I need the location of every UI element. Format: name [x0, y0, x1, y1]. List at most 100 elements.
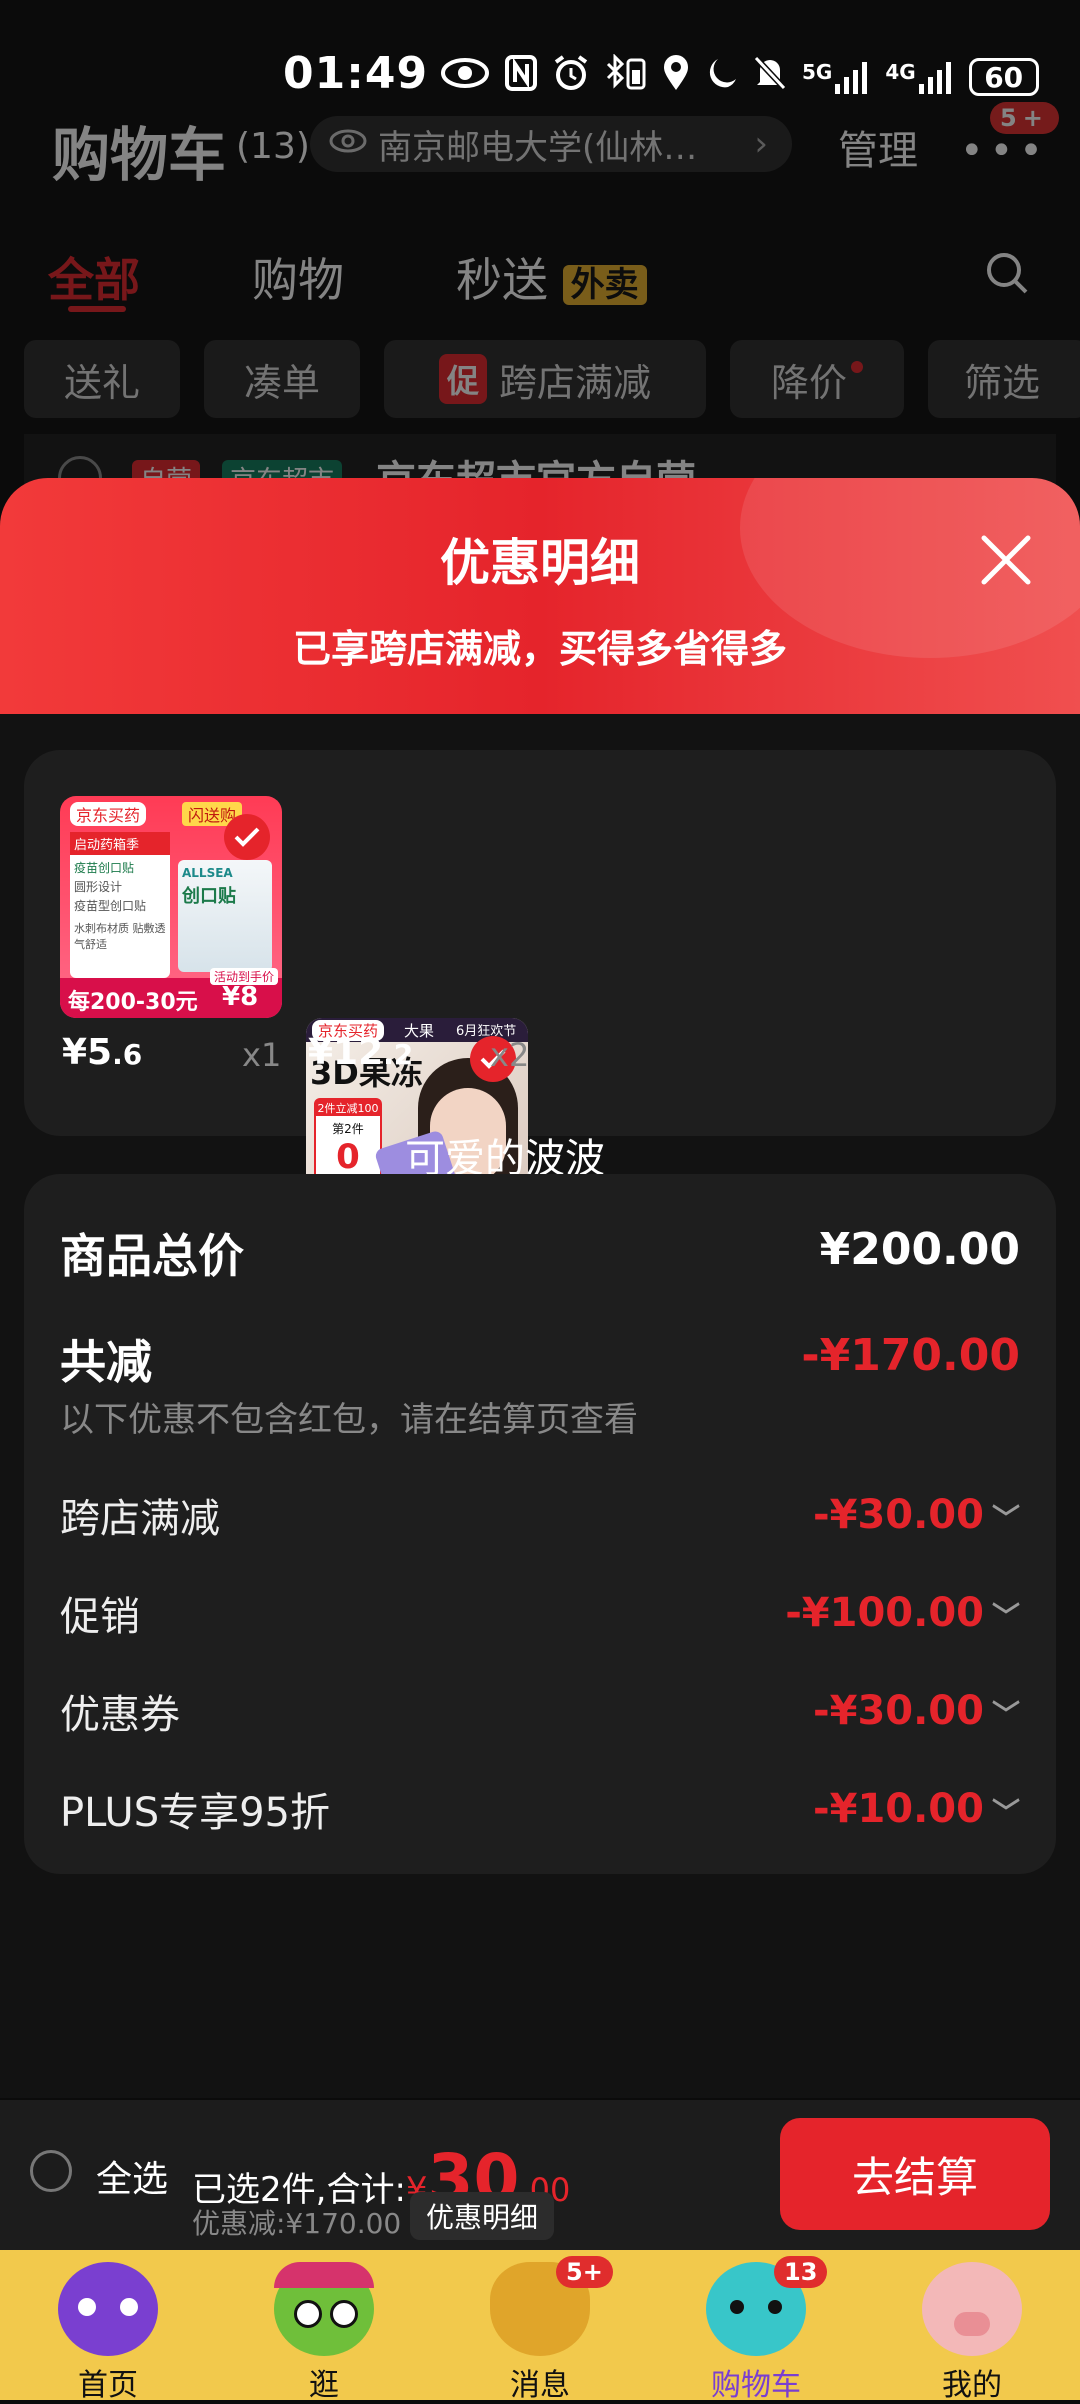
filter-cross-store[interactable]: 促 跨店满减 — [384, 340, 706, 418]
nav-home[interactable]: 首页 — [0, 2250, 216, 2403]
product-qty: x2 — [490, 1036, 530, 1074]
row-value: -¥100.00 ﹀ — [785, 1590, 1020, 1636]
bandage-box-art: ALLSEA 创口贴 — [178, 860, 272, 972]
chevron-right-icon: › — [754, 124, 768, 164]
manage-button[interactable]: 管理 — [838, 118, 918, 176]
tab-active-indicator — [68, 306, 126, 312]
select-all-radio[interactable] — [30, 2150, 72, 2192]
pig-snout — [954, 2312, 990, 2336]
cart-count: (13) — [236, 126, 310, 167]
promo-tag: 促 — [438, 354, 487, 404]
product-price: ¥5.6 — [62, 1032, 142, 1073]
promo-text: 每200-30元 — [68, 990, 198, 1015]
row-label: 促销 — [60, 1594, 140, 1640]
sheet-header: 优惠明细 已享跨店满减，买得多省得多 — [0, 478, 1080, 714]
total-label: 商品总价 — [60, 1229, 244, 1283]
search-icon[interactable] — [984, 250, 1030, 300]
discount-detail-sheet: 优惠明细 已享跨店满减，买得多省得多 京东买药 闪送购 启动药箱季 疫苗创口贴 … — [0, 478, 1080, 2098]
status-time: 01:49 — [283, 48, 429, 99]
row-label: 优惠券 — [60, 1692, 180, 1738]
chevron-down-icon: ﹀ — [991, 1600, 1020, 1633]
chevron-down-icon: ﹀ — [991, 1502, 1020, 1535]
discount-label: 共减 — [60, 1335, 152, 1389]
eye-right — [330, 2300, 358, 2328]
more-badge: 5+ — [990, 102, 1059, 134]
chevron-down-icon: ﹀ — [991, 1698, 1020, 1731]
tab-shopping[interactable]: 购物 — [252, 244, 344, 310]
alarm-icon — [552, 54, 590, 100]
product-info-panel: 启动药箱季 疫苗创口贴 圆形设计 疫苗型创口贴 水刺布材质 贴敷透气舒适 — [70, 832, 170, 978]
corner-tag: 启动药箱季 — [70, 832, 170, 855]
discount-row-coupon[interactable]: 优惠券 -¥30.00 ﹀ — [60, 1682, 1020, 1740]
signal-5g-label: 5G — [802, 60, 833, 84]
brand-tag: 京东买药 — [70, 802, 147, 826]
product-extra: 水刺布材质 贴敷透气舒适 — [74, 922, 166, 951]
discount-value: -¥170.00 — [801, 1330, 1020, 1381]
row-label: PLUS专享95折 — [60, 1790, 330, 1836]
row-amount: -¥30.00 — [813, 1492, 984, 1538]
messages-badge: 5+ — [556, 2256, 613, 2288]
bluetooth-battery-icon — [604, 53, 648, 100]
filter-gift[interactable]: 送礼 — [24, 340, 180, 418]
checkout-bar: 全选 已选2件,合计:¥30.00 优惠减:¥170.00 优惠明细 去结算 — [0, 2100, 1080, 2250]
feature-3: 疫苗型创口贴 — [74, 899, 147, 913]
tab-express[interactable]: 秒送 外卖 — [456, 244, 647, 310]
nav-label: 购物车 — [711, 2368, 801, 2403]
more-dots-icon: ••• — [960, 128, 1049, 174]
signal-4g-icon: 4G — [885, 60, 954, 94]
nav-cart[interactable]: 13 购物车 — [648, 2250, 864, 2403]
new-dot — [851, 361, 863, 373]
nav-label: 首页 — [78, 2368, 138, 2403]
more-button[interactable]: ••• 5+ — [960, 102, 1059, 174]
filter-cross-store-label: 跨店满减 — [499, 360, 652, 405]
promo-price: ¥8 — [222, 982, 259, 1012]
nav-profile[interactable]: 我的 — [864, 2250, 1080, 2403]
purple-monster-icon — [58, 2262, 158, 2356]
row-value: -¥30.00 ﹀ — [813, 1492, 1020, 1538]
location-icon — [662, 54, 690, 100]
eye-outline-icon — [328, 124, 368, 164]
sheet-title: 优惠明细 — [440, 534, 640, 592]
selected-check-icon[interactable] — [224, 814, 270, 860]
filter-bundle[interactable]: 凑单 — [204, 340, 360, 418]
tab-all[interactable]: 全部 — [48, 244, 140, 310]
discount-summary: 优惠减:¥170.00 — [192, 2207, 402, 2240]
location-text: 南京邮电大学(仙林… — [378, 127, 698, 168]
eye-left — [294, 2300, 322, 2328]
discount-row-plus[interactable]: PLUS专享95折 -¥10.00 ﹀ — [60, 1780, 1020, 1838]
tab-express-label: 秒送 — [456, 253, 548, 307]
row-amount: -¥100.00 — [785, 1590, 984, 1636]
monster-hat — [274, 2262, 374, 2288]
signal-4g-label: 4G — [885, 60, 916, 84]
product-image-bandage[interactable]: 京东买药 闪送购 启动药箱季 疫苗创口贴 圆形设计 疫苗型创口贴 水刺布材质 贴… — [60, 796, 282, 1018]
filter-price-drop[interactable]: 降价 — [730, 340, 904, 418]
discount-detail-button[interactable]: 优惠明细 — [410, 2192, 555, 2240]
nav-browse[interactable]: 逛 — [216, 2250, 432, 2403]
discount-row-cross-store[interactable]: 跨店满减 -¥30.00 ﹀ — [60, 1486, 1020, 1544]
filter-more[interactable]: 筛选 — [928, 340, 1080, 418]
nav-messages[interactable]: 5+ 消息 — [432, 2250, 648, 2403]
checkout-button[interactable]: 去结算 — [780, 2118, 1050, 2230]
select-all-label[interactable]: 全选 — [96, 2150, 168, 2202]
total-value: ¥200.00 — [819, 1224, 1020, 1275]
location-selector[interactable]: 南京邮电大学(仙林… › — [310, 116, 792, 172]
status-icons: 5G 4G 60 — [440, 52, 1039, 102]
eye-right — [768, 2300, 782, 2314]
green-monster-icon — [274, 2262, 374, 2356]
close-icon[interactable] — [976, 530, 1036, 590]
price-integer: ¥12 — [308, 1032, 384, 1073]
battery-indicator: 60 — [968, 58, 1039, 96]
status-bar: 01:49 5G 4G 60 — [0, 0, 1080, 120]
page-title: 购物车 — [52, 121, 227, 189]
takeout-tag: 外卖 — [562, 265, 647, 305]
row-value: -¥10.00 ﹀ — [813, 1786, 1020, 1832]
price-decimal: .6 — [112, 1038, 143, 1071]
product-qty: x1 — [242, 1036, 282, 1074]
filter-more-label: 筛选 — [964, 360, 1041, 405]
bottom-nav: 首页 逛 5+ 消息 13 购物车 我的 — [0, 2250, 1080, 2403]
price-integer: ¥5 — [62, 1032, 113, 1073]
discount-row-promotion[interactable]: 促销 -¥100.00 ﹀ — [60, 1584, 1020, 1642]
feature-1: 疫苗创口贴 — [74, 861, 135, 875]
feature-2: 圆形设计 — [74, 880, 123, 894]
cart-badge: 13 — [774, 2256, 828, 2288]
